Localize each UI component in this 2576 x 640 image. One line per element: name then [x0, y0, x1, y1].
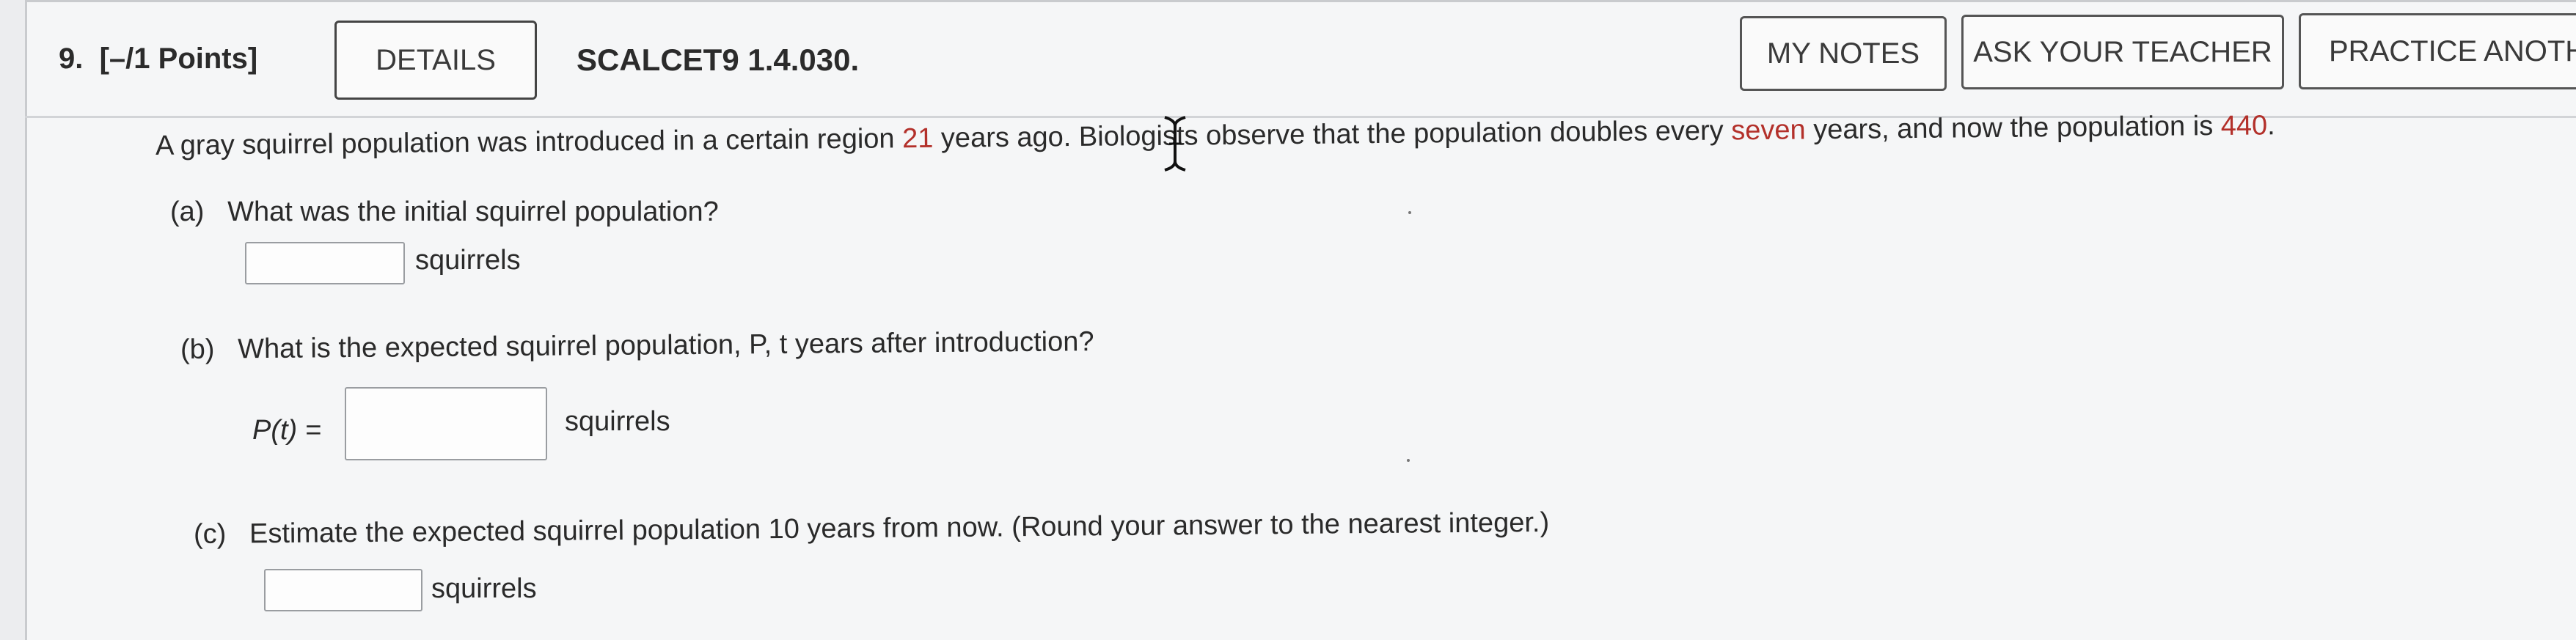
- screen-speck: [1407, 459, 1410, 462]
- part-c-label: (c): [193, 518, 227, 550]
- question-number-points: 9. [–/1 Points]: [59, 43, 257, 76]
- part-b-answer-input[interactable]: [345, 387, 547, 460]
- practice-another-button[interactable]: PRACTICE ANOTHER: [2299, 13, 2576, 89]
- part-a-label: (a): [170, 196, 205, 227]
- my-notes-button-label: MY NOTES: [1766, 37, 1920, 70]
- problem-text-4: .: [2266, 110, 2275, 141]
- doubling-period-value: seven: [1731, 114, 1806, 147]
- details-button[interactable]: DETAILS: [334, 21, 537, 100]
- details-button-label: DETAILS: [376, 43, 496, 76]
- i-beam-cursor-icon: [1164, 116, 1186, 172]
- problem-text-1: A gray squirrel population was introduce…: [155, 123, 903, 161]
- ask-your-teacher-button-label: ASK YOUR TEACHER: [1973, 35, 2272, 68]
- part-a-answer-input[interactable]: [245, 242, 405, 284]
- part-c-answer-input[interactable]: [264, 569, 422, 611]
- part-b-label: (b): [180, 334, 215, 365]
- part-a-question: (a) What was the initial squirrel popula…: [170, 196, 719, 228]
- ask-your-teacher-button[interactable]: ASK YOUR TEACHER: [1961, 15, 2284, 89]
- question-header: 9. [–/1 Points] DETAILS SCALCET9 1.4.030…: [0, 0, 2576, 125]
- problem-text-3: years, and now the population is: [1805, 110, 2221, 146]
- p-of-t-label: P(t) =: [252, 415, 321, 446]
- points-indicator: [–/1 Points]: [99, 43, 258, 75]
- current-population-value: 440: [2220, 110, 2268, 141]
- course-code: SCALCET9 1.4.030.: [577, 43, 860, 77]
- part-a-unit: squirrels: [415, 245, 521, 276]
- years-ago-value: 21: [901, 122, 934, 155]
- screen-speck: [1408, 211, 1411, 214]
- practice-another-button-label: PRACTICE ANOTHER: [2329, 34, 2576, 67]
- my-notes-button[interactable]: MY NOTES: [1740, 16, 1947, 91]
- part-b-unit: squirrels: [565, 406, 670, 437]
- part-b-text: What is the expected squirrel population…: [237, 326, 1094, 365]
- question-number: 9.: [59, 43, 84, 75]
- part-c-unit: squirrels: [431, 573, 537, 604]
- part-a-text: What was the initial squirrel population…: [227, 196, 719, 227]
